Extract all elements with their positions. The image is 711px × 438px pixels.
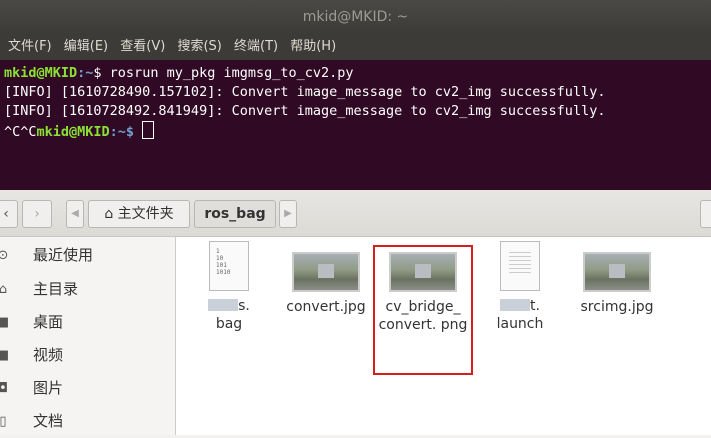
sidebar-item-recent[interactable]: ⊙ 最近使用 [0,239,175,272]
chevron-left-icon: ‹ [3,206,9,222]
sidebar-item-pictures[interactable]: ◘ 图片 [0,372,175,405]
file-manager-toolbar: ‹ › ◀ ⌂ 主文件夹 ros_bag ▶ [0,190,711,237]
terminal-menubar: 文件(F) 编辑(E) 查看(V) 搜索(S) 终端(T) 帮助(H) [0,34,711,60]
menu-view[interactable]: 查看(V) [120,39,165,54]
chevron-right-icon: › [34,206,40,222]
breadcrumb-home-label: 主文件夹 [117,206,174,222]
icon-text: 1 [216,248,220,255]
sidebar-item-label: 最近使用 [33,246,94,264]
menu-help[interactable]: 帮助(H) [290,39,336,54]
sidebar-item-label: 图片 [33,379,64,397]
image-thumbnail [292,252,360,292]
file-name: srcimg.jpg [580,299,654,315]
menu-terminal[interactable]: 终端(T) [234,39,278,54]
camera-icon: ◘ [0,381,9,396]
breadcrumb-home[interactable]: ⌂ 主文件夹 [88,200,190,228]
desktop-icon: ■ [0,315,10,330]
menu-search[interactable]: 搜索(S) [177,39,221,54]
breadcrumb-scroll-right-button[interactable]: ▶ [279,200,297,228]
toolbar-menu-button[interactable] [700,200,711,228]
redacted-text [500,299,531,311]
file-item-launch[interactable]: t. launch [475,237,565,333]
file-name: s. bag [184,297,274,333]
highlight-box [373,245,473,375]
sidebar-item-label: 文档 [33,412,64,430]
file-name: convert.jpg [286,299,366,315]
binary-file-icon: 1 10 101 1010 [209,241,249,291]
image-thumbnail [583,252,651,292]
breadcrumb-current[interactable]: ros_bag [194,200,276,228]
file-item-srcimg-jpg[interactable]: srcimg.jpg [572,237,662,316]
menu-edit[interactable]: 编辑(E) [64,39,108,54]
file-item-convert-jpg[interactable]: convert.jpg [281,237,371,316]
icon-text: 101 [216,262,227,269]
triangle-left-icon: ◀ [71,208,79,219]
triangle-right-icon: ▶ [284,208,292,219]
places-sidebar: ⊙ 最近使用 ⌂ 主目录 ■ 桌面 ■ 视频 ◘ 图片 ▯ 文档 [0,237,176,435]
file-name-part: s. [238,298,250,314]
file-name: t. launch [475,297,565,333]
output-line: [INFO] [1610728490.157102]: Convert imag… [4,84,606,100]
prompt-user: mkid@MKID [36,124,110,140]
sidebar-item-videos[interactable]: ■ 视频 [0,339,175,372]
breadcrumb-scroll-left-button[interactable]: ◀ [66,200,84,228]
file-name-part: launch [496,316,544,332]
interrupt-text: ^C^C [4,124,37,140]
output-line: [INFO] [1610728492.841949]: Convert imag… [4,103,606,119]
icon-text: 10 [216,255,224,262]
home-icon: ⌂ [0,282,8,297]
video-icon: ■ [0,348,10,363]
prompt-path: :~ [77,65,94,81]
prompt-user: mkid@MKID [4,65,78,81]
text-file-icon [500,241,540,291]
icon-text: 1010 [216,269,231,276]
sidebar-item-documents[interactable]: ▯ 文档 [0,405,175,438]
sidebar-item-label: 视频 [33,346,64,364]
sidebar-item-label: 桌面 [33,313,64,331]
file-item-bag[interactable]: 1 10 101 1010 s. bag [184,237,274,333]
clock-icon: ⊙ [0,248,9,263]
file-name-part: t. [530,298,540,314]
sidebar-item-label: 主目录 [33,280,79,298]
back-button[interactable]: ‹ [0,200,18,228]
sidebar-item-desktop[interactable]: ■ 桌面 [0,306,175,339]
document-icon: ▯ [0,414,7,429]
command-text: $ rosrun my_pkg imgmsg_to_cv2.py [93,65,354,81]
menu-file[interactable]: 文件(F) [8,39,52,54]
terminal-window[interactable]: mkid@MKID: ~ 文件(F) 编辑(E) 查看(V) 搜索(S) 终端(… [0,0,711,190]
terminal-output[interactable]: mkid@MKID:~$ rosrun my_pkg imgmsg_to_cv2… [4,64,605,142]
redacted-text [208,299,239,311]
forward-button[interactable]: › [22,200,52,228]
sidebar-item-home[interactable]: ⌂ 主目录 [0,273,175,306]
home-icon: ⌂ [104,206,114,222]
terminal-title: mkid@MKID: ~ [0,0,711,34]
file-name-part: bag [215,316,243,332]
text-cursor [142,121,155,139]
prompt-path: :~$ [109,124,135,140]
